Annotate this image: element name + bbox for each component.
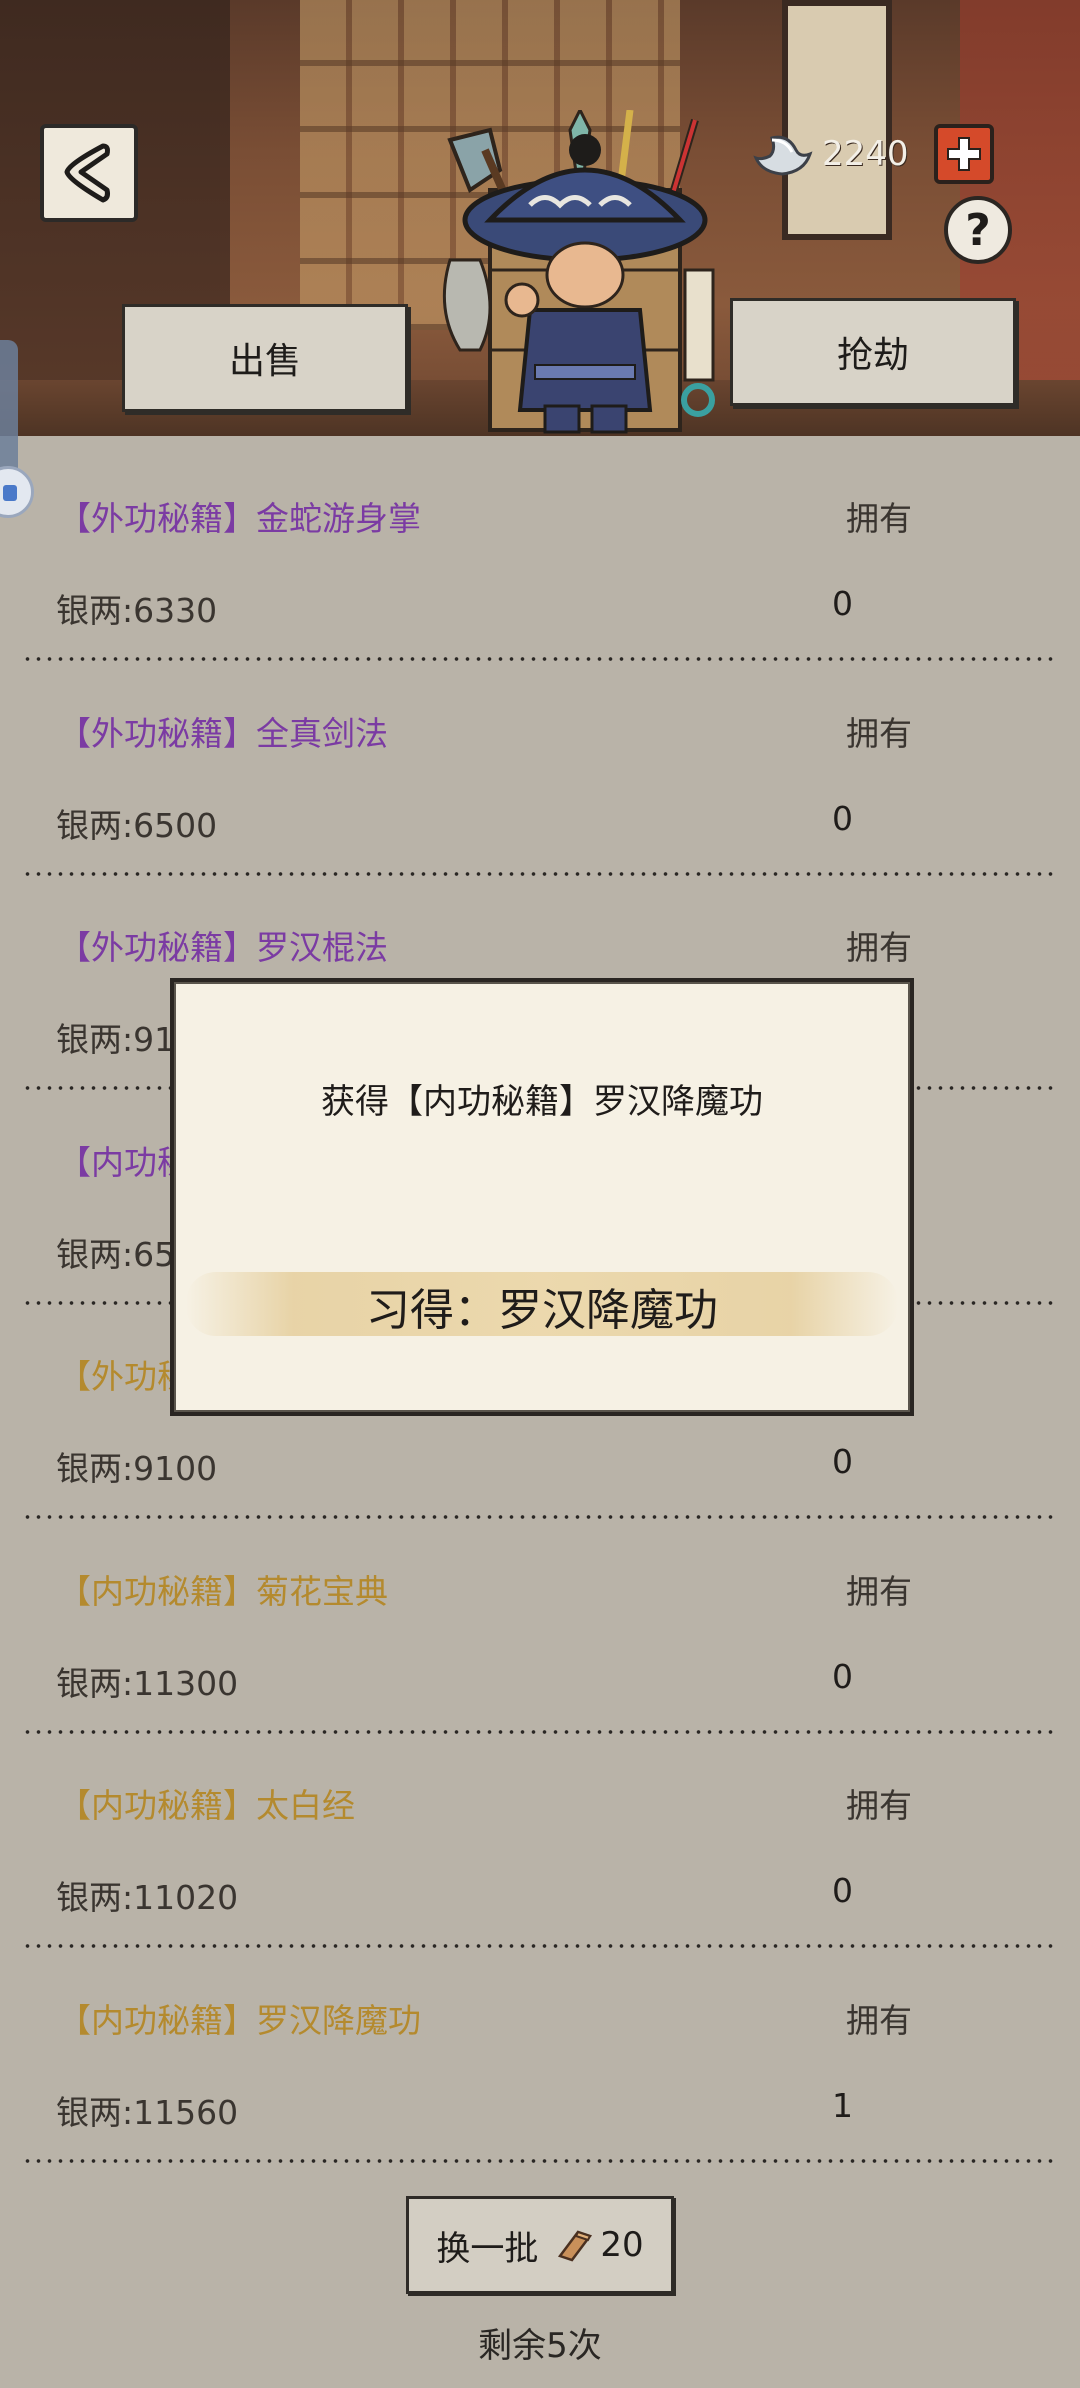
item-price: 银两:6330 (56, 591, 218, 630)
back-arrow-icon (64, 143, 110, 203)
refresh-cost-value: 20 (600, 2225, 644, 2265)
item-price: 银两:11020 (56, 1878, 239, 1917)
shop-header-scene: 出售 抢劫 2240 ? (0, 0, 1080, 436)
own-count: 1 (832, 2085, 853, 2125)
own-count: 0 (832, 798, 853, 838)
gold-bar-icon (558, 2230, 593, 2262)
item-price: 银两:91 (56, 1020, 176, 1059)
list-item[interactable]: 【内功秘籍】罗汉降魔功 拥有 银两:11560 1 (0, 1938, 1080, 2164)
item-price: 银两:11300 (56, 1663, 239, 1703)
list-item[interactable]: 【外功秘籍】全真剑法 拥有 银两:6500 0 (0, 651, 1080, 877)
silver-amount: 2240 (822, 134, 909, 174)
sell-button-label: 出售 (228, 341, 301, 382)
item-price: 银两:11560 (56, 2092, 239, 2132)
reward-dialog[interactable]: 获得【内功秘籍】罗汉降魔功 习得：罗汉降魔功 (170, 978, 914, 1416)
item-name: 【外功秘籍】罗汉棍法 (58, 928, 388, 967)
dotted-divider (22, 2157, 1058, 2164)
own-label: 拥有 (846, 1571, 912, 1611)
own-count: 0 (832, 1656, 853, 1696)
own-label: 拥有 (846, 2000, 912, 2040)
plus-icon (947, 137, 981, 171)
item-name: 【内功秘籍】菊花宝典 (58, 1571, 388, 1611)
own-count: 0 (832, 584, 853, 623)
own-count: 0 (832, 1442, 853, 1481)
own-label: 拥有 (846, 499, 912, 538)
list-item[interactable]: 【外功秘籍】金蛇游身掌 拥有 银两:6330 0 (0, 436, 1080, 662)
add-currency-button[interactable] (934, 124, 994, 184)
remaining-refresh-count: 剩余5次 (478, 2326, 602, 2366)
item-price: 银两:6500 (56, 805, 218, 845)
reward-dialog-title: 获得【内功秘籍】罗汉降魔功 (321, 1082, 763, 1122)
merchant-illustration (442, 110, 715, 434)
own-label: 拥有 (846, 928, 912, 967)
back-button[interactable] (40, 124, 138, 222)
item-price: 银两:65 (56, 1234, 176, 1274)
item-name: 【内功秘籍】罗汉降魔功 (58, 2000, 421, 2040)
item-price: 银两:9100 (56, 1449, 218, 1488)
item-name: 【外功秘籍】全真剑法 (58, 713, 388, 753)
refresh-batch-button[interactable]: 换一批 20 (406, 2196, 674, 2294)
own-count: 0 (832, 1871, 853, 1910)
learned-skill-text: 习得：罗汉降魔功 (366, 1285, 718, 1336)
item-name: 【内功秘籍】太白经 (58, 1786, 355, 1825)
silver-currency-display: 2240 (752, 126, 909, 182)
rob-button-label: 抢劫 (836, 335, 909, 376)
question-mark-icon: ? (965, 204, 991, 256)
silver-ingot-icon (753, 135, 813, 176)
help-button[interactable]: ? (944, 196, 1012, 264)
item-name: 【外功秘籍】金蛇游身掌 (58, 499, 421, 538)
rob-button[interactable]: 抢劫 (730, 298, 1016, 406)
wall-scroll-painting (782, 0, 892, 240)
own-label: 拥有 (846, 1786, 912, 1825)
sell-button[interactable]: 出售 (122, 304, 408, 412)
refresh-cost: 20 (556, 2225, 644, 2265)
own-label: 拥有 (846, 713, 912, 753)
list-item[interactable]: 【内功秘籍】菊花宝典 拥有 银两:11300 0 (0, 1509, 1080, 1735)
list-item[interactable]: 【内功秘籍】太白经 拥有 银两:11020 0 (0, 1723, 1080, 1949)
refresh-button-label: 换一批 (436, 2228, 539, 2269)
